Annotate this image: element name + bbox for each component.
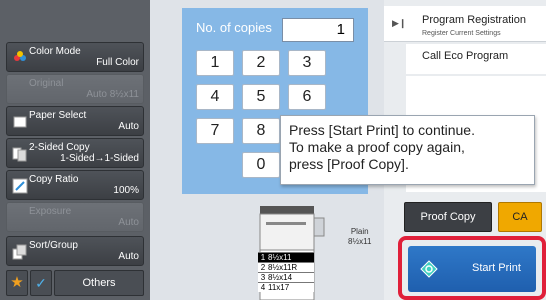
sort-group-button[interactable]: Sort/Group Auto [6, 236, 144, 266]
tray-2[interactable]: 2 8½x11R [258, 262, 314, 272]
start-print-button[interactable]: Start Print [408, 246, 536, 292]
original-value: Auto 8½x11 [86, 89, 139, 100]
paper-select-button[interactable]: Paper Select Auto [6, 106, 144, 136]
two-sided-icon [12, 147, 27, 162]
two-sided-value: 1-Sided→1-Sided [60, 153, 139, 164]
message-line-3: press [Proof Copy]. [289, 156, 409, 172]
program-registration-label: Program Registration [422, 14, 526, 26]
output-paper-info: Plain 8½x11 [348, 227, 371, 247]
tray-1[interactable]: 1 8½x11 [258, 252, 314, 262]
copies-label: No. of copies [196, 20, 272, 35]
paper-select-value: Auto [118, 121, 139, 132]
tray-2-number: 2 [260, 263, 266, 272]
call-eco-program-label: Call Eco Program [422, 50, 509, 62]
copies-field[interactable]: 1 [282, 18, 354, 42]
paper-size-label: 8½x11 [348, 237, 372, 246]
key-6[interactable]: 6 [288, 84, 326, 110]
key-2[interactable]: 2 [242, 50, 280, 76]
key-0[interactable]: 0 [242, 152, 280, 178]
key-8[interactable]: 8 [242, 118, 280, 144]
paper-type-label: Plain [350, 227, 369, 236]
proof-copy-button[interactable]: Proof Copy [404, 202, 492, 232]
settings-panel: Color Mode Full Color Original Auto 8½x1… [0, 0, 150, 300]
program-registration-button[interactable]: ▶❙ Program Registration Register Current… [384, 6, 546, 42]
info-message-popup: Press [Start Print] to continue. To make… [280, 115, 535, 185]
tray-3-size: 8½x14 [268, 273, 293, 282]
tray-4[interactable]: 4 11x17 [258, 282, 314, 292]
tray-4-number: 4 [260, 283, 266, 292]
favorite-star-icon[interactable]: ★ [6, 270, 28, 296]
copy-ratio-label: Copy Ratio [29, 174, 79, 185]
color-mode-value: Full Color [96, 57, 139, 68]
key-7[interactable]: 7 [196, 118, 234, 144]
start-print-label: Start Print [472, 262, 521, 274]
two-sided-copy-button[interactable]: 2-Sided Copy 1-Sided→1-Sided [6, 138, 144, 168]
clear-all-button[interactable]: CA [498, 202, 542, 232]
start-diamond-icon [420, 260, 438, 278]
check-icon[interactable]: ✓ [30, 270, 52, 296]
copy-ratio-icon [12, 178, 28, 194]
others-button[interactable]: Others [54, 270, 144, 296]
color-mode-label: Color Mode [29, 46, 81, 57]
sort-group-value: Auto [118, 251, 139, 262]
exposure-value: Auto [118, 217, 139, 228]
start-print-highlight: Start Print [398, 236, 546, 300]
color-mode-button[interactable]: Color Mode Full Color [6, 42, 144, 72]
copy-screen: Color Mode Full Color Original Auto 8½x1… [0, 0, 546, 300]
key-1[interactable]: 1 [196, 50, 234, 76]
paper-select-icon [13, 116, 27, 128]
tray-3[interactable]: 3 8½x14 [258, 272, 314, 282]
copy-ratio-button[interactable]: Copy Ratio 100% [6, 170, 144, 200]
paper-select-label: Paper Select [29, 110, 87, 121]
copy-ratio-value: 100% [113, 185, 139, 196]
original-button[interactable]: Original Auto 8½x11 [6, 74, 144, 104]
sort-group-label: Sort/Group [29, 240, 78, 251]
exposure-button[interactable]: Exposure Auto [6, 202, 144, 232]
color-mode-icon [14, 51, 26, 61]
original-label: Original [29, 78, 64, 89]
register-current-label: Register Current Settings [422, 30, 501, 37]
call-eco-program-button[interactable]: Call Eco Program [406, 44, 546, 74]
tray-1-size: 8½x11 [268, 253, 292, 262]
key-5[interactable]: 5 [242, 84, 280, 110]
two-sided-label: 2-Sided Copy [29, 142, 90, 153]
expand-arrow-icon[interactable]: ▶❙ [392, 18, 406, 29]
tray-2-size: 8½x11R [268, 263, 298, 272]
key-4[interactable]: 4 [196, 84, 234, 110]
message-line-2: To make a proof copy again, [289, 139, 465, 155]
tray-1-number: 1 [260, 253, 266, 262]
message-line-1: Press [Start Print] to continue. [289, 122, 475, 138]
exposure-label: Exposure [29, 206, 72, 217]
sort-group-icon [12, 244, 27, 260]
key-3[interactable]: 3 [288, 50, 326, 76]
tray-4-size: 11x17 [268, 283, 290, 292]
tray-3-number: 3 [260, 273, 266, 282]
paper-tray-list: 1 8½x11 2 8½x11R 3 8½x14 4 11x17 [258, 252, 314, 292]
bottom-bar: ★ ✓ Others [6, 270, 144, 296]
